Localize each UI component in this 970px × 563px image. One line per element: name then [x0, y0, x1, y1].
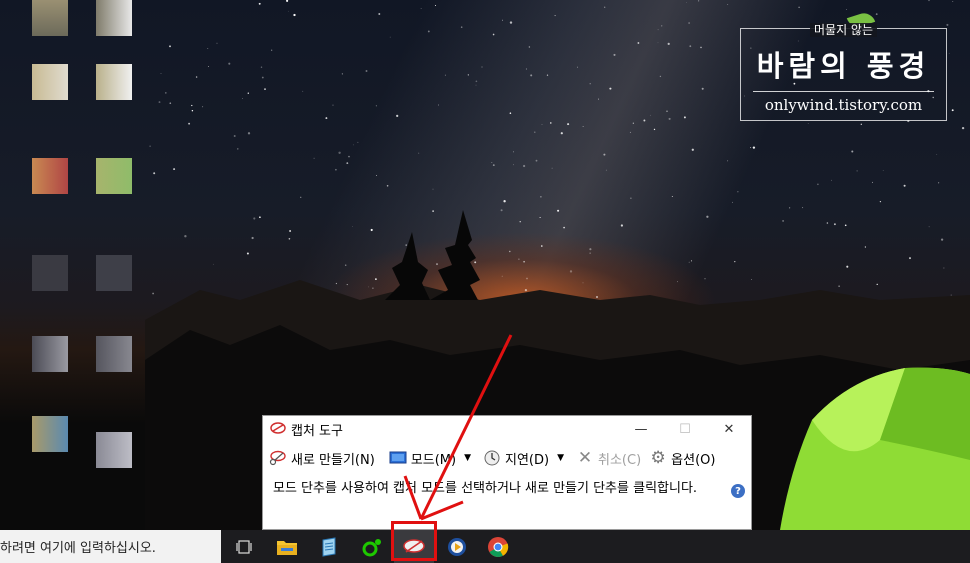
desktop-icon[interactable]: [32, 0, 68, 36]
maximize-button[interactable]: ☐: [663, 416, 707, 443]
cancel-label: 취소(C): [598, 452, 642, 468]
mode-label: 모드(M): [410, 452, 457, 468]
watermark-title: 바람의 풍경: [756, 49, 931, 83]
new-snip-label: 새로 만들기(N): [291, 452, 375, 468]
toolbar: 새로 만들기(N) 모드(M) ▼ 지연(D) ▼ ✕ 취소(C) ⚙ 옵션(O…: [263, 443, 751, 473]
gear-icon: ⚙: [650, 448, 666, 468]
minimize-button[interactable]: —: [619, 416, 663, 443]
watermark-divider: [753, 91, 934, 92]
watermark-subtitle: 머물지 않는: [809, 23, 877, 37]
naver-whale-icon[interactable]: [352, 530, 392, 563]
instruction-text: 모드 단추를 사용하여 캡처 모드를 선택하거나 새로 만들기 단추를 클릭합니…: [273, 481, 698, 496]
desktop-icon[interactable]: [32, 64, 68, 100]
desktop-icon[interactable]: [96, 432, 132, 468]
desktop-icon[interactable]: [96, 336, 132, 372]
desktop-icon[interactable]: [32, 255, 68, 291]
highlight-box: [391, 521, 437, 561]
cancel-button[interactable]: ✕ 취소(C): [572, 446, 645, 470]
desktop-icon[interactable]: [32, 416, 68, 452]
chevron-down-icon[interactable]: ▼: [464, 453, 471, 463]
desktop-icons: [0, 0, 150, 530]
title-bar[interactable]: 캡처 도구 — ☐ ✕: [263, 416, 751, 443]
close-button[interactable]: ✕: [707, 416, 751, 443]
clock-icon: [483, 449, 501, 467]
delay-label: 지연(D): [505, 452, 550, 468]
desktop-icon[interactable]: [96, 0, 132, 36]
chrome-icon[interactable]: [478, 530, 518, 563]
taskbar: 하려면 여기에 입력하십시오.: [0, 530, 970, 563]
search-box[interactable]: 하려면 여기에 입력하십시오.: [0, 530, 221, 563]
desktop-icon[interactable]: [96, 158, 132, 194]
watermark-url: onlywind.tistory.com: [764, 96, 923, 114]
desktop-icon[interactable]: [96, 64, 132, 100]
window-title: 캡처 도구: [291, 424, 343, 439]
notepad-icon[interactable]: [309, 530, 349, 563]
monitor-icon: [389, 449, 407, 467]
task-view-icon[interactable]: [224, 530, 264, 563]
delay-button[interactable]: 지연(D) ▼: [479, 446, 572, 470]
blog-watermark: 머물지 않는 바람의 풍경 onlywind.tistory.com: [740, 10, 947, 121]
snipping-tool-icon: [270, 421, 286, 439]
chevron-down-icon[interactable]: ▼: [557, 453, 564, 463]
help-icon[interactable]: ?: [731, 484, 745, 498]
search-placeholder: 하려면 여기에 입력하십시오.: [0, 541, 156, 556]
desktop-icon[interactable]: [32, 336, 68, 372]
desktop-icon[interactable]: [96, 255, 132, 291]
media-player-icon[interactable]: [437, 530, 477, 563]
new-snip-button[interactable]: 새로 만들기(N): [265, 446, 379, 470]
mode-button[interactable]: 모드(M) ▼: [385, 446, 479, 470]
snipping-tool-window: 캡처 도구 — ☐ ✕ 새로 만들기(N) 모드(M) ▼ 지연(D) ▼ ✕ …: [262, 415, 752, 530]
desktop-icon[interactable]: [32, 158, 68, 194]
x-icon: ✕: [577, 448, 593, 468]
options-button[interactable]: ⚙ 옵션(O): [645, 446, 719, 470]
scissors-icon: [269, 449, 287, 467]
file-explorer-icon[interactable]: [267, 530, 307, 563]
options-label: 옵션(O): [671, 452, 716, 468]
